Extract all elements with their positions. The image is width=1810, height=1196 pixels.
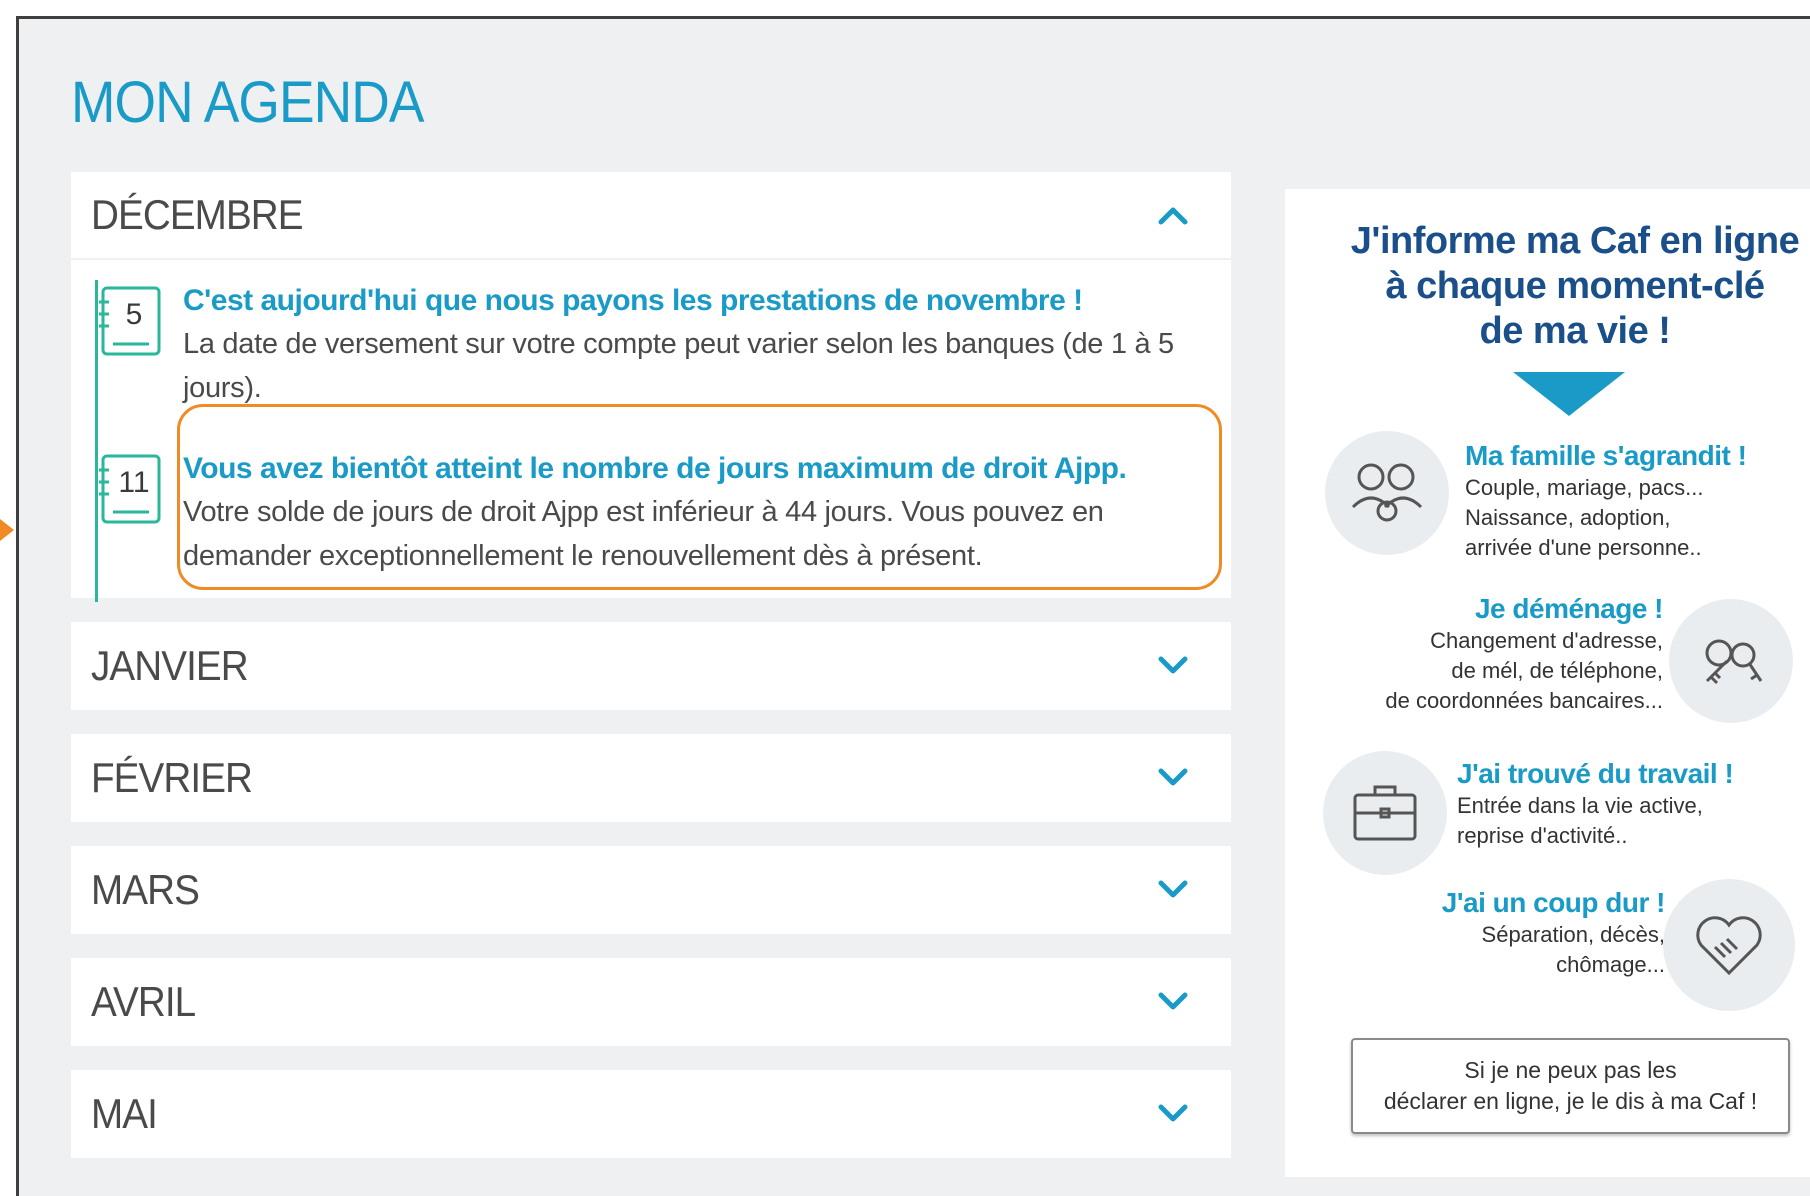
chevron-up-icon[interactable] [1153, 195, 1193, 235]
month-section-fevrier: FÉVRIER [71, 734, 1231, 822]
event-item: 5 C'est aujourd'hui que nous payons les … [71, 280, 1231, 410]
sidebar-item-text: de mél, de téléphone, [1451, 658, 1663, 683]
event-title[interactable]: C'est aujourd'hui que nous payons les pr… [183, 280, 1191, 322]
event-day: 5 [125, 298, 143, 331]
declare-button-line: Si je ne peux pas les [1464, 1057, 1677, 1083]
month-name: MARS [91, 866, 200, 913]
down-arrow-icon [1513, 372, 1625, 416]
month-header-avril[interactable]: AVRIL [71, 958, 1231, 1046]
family-icon [1325, 431, 1449, 555]
sidebar-title-line: de ma vie ! [1479, 310, 1671, 352]
calendar-icon: 5 [97, 284, 163, 360]
month-header-janvier[interactable]: JANVIER [71, 622, 1231, 710]
briefcase-icon [1323, 751, 1447, 875]
sidebar-item-heading[interactable]: J'ai trouvé du travail ! [1457, 757, 1734, 791]
chevron-down-icon[interactable] [1153, 870, 1193, 910]
month-section-mars: MARS [71, 846, 1231, 934]
month-header-decembre[interactable]: DÉCEMBRE [71, 172, 1231, 260]
declare-to-caf-button[interactable]: Si je ne peux pas les déclarer en ligne,… [1351, 1038, 1790, 1134]
month-name: AVRIL [91, 978, 196, 1025]
sidebar-item-text: reprise d'activité.. [1457, 823, 1628, 848]
event-text: La date de versement sur votre compte pe… [183, 328, 1174, 404]
sidebar-item-travail[interactable]: J'ai trouvé du travail ! Entrée dans la … [1457, 757, 1734, 851]
sidebar-item-text: Séparation, décès, [1481, 922, 1665, 947]
sidebar-item-text: chômage... [1556, 952, 1665, 977]
month-section-avril: AVRIL [71, 958, 1231, 1046]
chevron-down-icon[interactable] [1153, 1094, 1193, 1134]
event-day: 11 [118, 466, 150, 499]
chevron-down-icon[interactable] [1153, 982, 1193, 1022]
orange-pointer-arrow [0, 519, 14, 541]
month-section-janvier: JANVIER [71, 622, 1231, 710]
event-list: 5 C'est aujourd'hui que nous payons les … [71, 260, 1231, 602]
sidebar-item-text: Naissance, adoption, [1465, 505, 1671, 530]
month-name: FÉVRIER [91, 754, 253, 801]
month-header-fevrier[interactable]: FÉVRIER [71, 734, 1231, 822]
chevron-down-icon[interactable] [1153, 646, 1193, 686]
calendar-icon: 11 [97, 452, 163, 528]
agenda-frame: MON AGENDA DÉCEMBRE 5 C'est aujourd'hui … [16, 16, 1810, 1196]
month-header-mars[interactable]: MARS [71, 846, 1231, 934]
sidebar-item-heading[interactable]: Ma famille s'agrandit ! [1465, 439, 1747, 473]
month-name: MAI [91, 1090, 158, 1137]
agenda-accordion: DÉCEMBRE 5 C'est aujourd'hui que nous pa… [71, 172, 1231, 1182]
page-title: MON AGENDA [71, 70, 424, 135]
sidebar-title-line: J'informe ma Caf en ligne [1350, 220, 1800, 262]
sidebar-item-heading[interactable]: Je déménage ! [1343, 592, 1664, 626]
sidebar-title: J'informe ma Caf en ligne à chaque momen… [1285, 219, 1810, 354]
sidebar-item-text: de coordonnées bancaires... [1385, 688, 1663, 713]
sidebar-item-text: Couple, mariage, pacs... [1465, 475, 1704, 500]
highlight-box [177, 404, 1222, 590]
sidebar-item-text: Entrée dans la vie active, [1457, 793, 1703, 818]
sidebar-item-heading[interactable]: J'ai un coup dur ! [1375, 886, 1666, 920]
heart-handshake-icon [1663, 879, 1795, 1011]
month-section-mai: MAI [71, 1070, 1231, 1158]
month-name: DÉCEMBRE [91, 191, 304, 238]
sidebar-item-text: Changement d'adresse, [1430, 628, 1663, 653]
month-section-decembre: DÉCEMBRE 5 C'est aujourd'hui que nous pa… [71, 172, 1231, 602]
chevron-down-icon[interactable] [1153, 758, 1193, 798]
declare-button-line: déclarer en ligne, je le dis à ma Caf ! [1383, 1088, 1758, 1114]
sidebar-item-text: arrivée d'une personne.. [1465, 535, 1702, 560]
sidebar-item-famille[interactable]: Ma famille s'agrandit ! Couple, mariage,… [1465, 439, 1747, 563]
month-header-mai[interactable]: MAI [71, 1070, 1231, 1158]
month-name: JANVIER [91, 642, 249, 689]
info-sidebar: J'informe ma Caf en ligne à chaque momen… [1285, 189, 1810, 1177]
sidebar-item-demenage[interactable]: Je déménage ! Changement d'adresse, de m… [1343, 592, 1663, 716]
sidebar-item-coup-dur[interactable]: J'ai un coup dur ! Séparation, décès, ch… [1375, 886, 1666, 980]
sidebar-title-line: à chaque moment-clé [1385, 265, 1765, 307]
event-item-highlighted: 11 Vous avez bientôt atteint le nombre d… [71, 404, 1231, 590]
keys-icon [1669, 599, 1793, 723]
